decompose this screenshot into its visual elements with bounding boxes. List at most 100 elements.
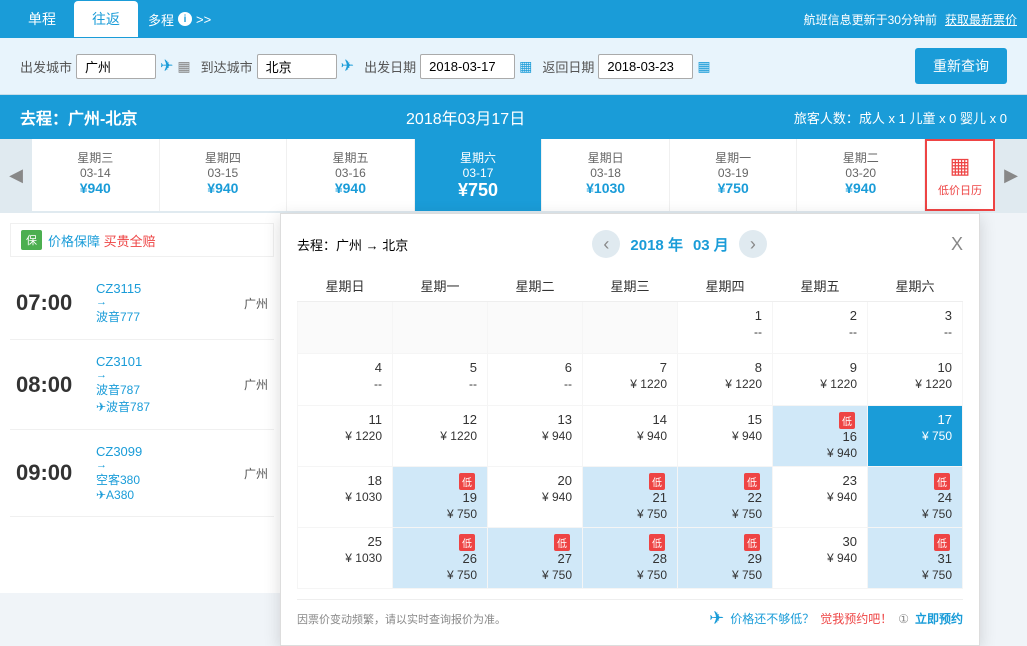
flight-city-2: 广州 (244, 465, 268, 482)
flight-item-0[interactable]: 07:00 CZ3115 → 波音777 广州 (10, 267, 274, 340)
calendar-cell-9[interactable]: 9¥ 1220 (773, 354, 868, 406)
calendar-footer: 因票价变动频繁，请以实时查询报价为准。 ✈ 价格还不够低？ 觉我预约吧！ ① 立… (297, 599, 963, 629)
flight-details-1: CZ3101 → 波音787 ✈波音787 (96, 354, 234, 415)
footer-book-now[interactable]: 立即预约 (915, 610, 963, 627)
flight-date: 2018年03月17日 (406, 105, 525, 129)
date-selector-row: ◀ 星期三03-14¥940星期四03-15¥940星期五03-16¥940星期… (0, 139, 1027, 213)
calendar-cell-4[interactable]: 4-- (298, 354, 393, 406)
calendar-cell-3[interactable]: 3-- (868, 302, 963, 354)
calendar-cell-7[interactable]: 7¥ 1220 (583, 354, 678, 406)
calendar-cell-17[interactable]: 17¥ 750 (868, 406, 963, 467)
calendar-cell-8[interactable]: 8¥ 1220 (678, 354, 773, 406)
calendar-close-button[interactable]: X (951, 234, 963, 255)
calendar-weekday-星期二: 星期二 (488, 270, 583, 302)
calendar-cell-22[interactable]: 低22¥ 750 (678, 467, 773, 528)
plane-icon-footer: ✈ (709, 608, 724, 629)
calendar-cell-5[interactable]: 5-- (393, 354, 488, 406)
calendar-cell-19[interactable]: 低19¥ 750 (393, 467, 488, 528)
guarantee-badge: 保 价格保障 买贵全赔 (10, 223, 274, 257)
calendar-cell-30[interactable]: 30¥ 940 (773, 528, 868, 589)
cal-icon-return[interactable]: ▦ (697, 58, 710, 75)
guarantee-text: 价格保障 买贵全赔 (48, 231, 156, 250)
calendar-cell-26[interactable]: 低26¥ 750 (393, 528, 488, 589)
flight-route: 去程：广州-北京 (20, 105, 137, 129)
calendar-weekday-星期六: 星期六 (868, 270, 963, 302)
search-bar: 出发城市 ✈ ▦ 到达城市 ✈ 出发日期 ▦ 返回日期 ▦ 重新查询 (0, 38, 1027, 95)
calendar-cell-21[interactable]: 低21¥ 750 (583, 467, 678, 528)
date-next-arrow[interactable]: ▶ (995, 139, 1027, 211)
date-cell-03-20[interactable]: 星期二03-20¥940 (797, 139, 925, 211)
calendar-cell-2[interactable]: 2-- (773, 302, 868, 354)
calendar-cell-empty-0-1 (393, 302, 488, 354)
requery-button[interactable]: 重新查询 (915, 48, 1007, 84)
calendar-month-nav: ‹ 2018 年 03 月 › (592, 230, 766, 258)
calendar-cell-29[interactable]: 低29¥ 750 (678, 528, 773, 589)
calendar-prev-button[interactable]: ‹ (592, 230, 620, 258)
calendar-cell-31[interactable]: 低31¥ 750 (868, 528, 963, 589)
calendar-cell-15[interactable]: 15¥ 940 (678, 406, 773, 467)
tab-roundtrip[interactable]: 往返 (74, 1, 138, 37)
from-city-input[interactable] (76, 54, 156, 79)
calendar-icon: ▦ (950, 153, 971, 179)
calendar-route: 去程：广州 → 北京 (297, 235, 408, 254)
date-cell-03-15[interactable]: 星期四03-15¥940 (160, 139, 288, 211)
flight-details-0: CZ3115 → 波音777 (96, 281, 234, 325)
calendar-cell-24[interactable]: 低24¥ 750 (868, 467, 963, 528)
tab-oneway[interactable]: 单程 (10, 1, 74, 37)
calendar-cell-10[interactable]: 10¥ 1220 (868, 354, 963, 406)
calendar-cell-1[interactable]: 1-- (678, 302, 773, 354)
cal-btn-label: 低价日历 (938, 182, 982, 198)
calendar-cell-23[interactable]: 23¥ 940 (773, 467, 868, 528)
plane-img-2: ✈A380 (96, 488, 234, 502)
calendar-cell-18[interactable]: 18¥ 1030 (298, 467, 393, 528)
calendar-cell-20[interactable]: 20¥ 940 (488, 467, 583, 528)
cal-icon-from: ▦ (177, 58, 190, 75)
flight-passengers: 旅客人数：成人 x 1 儿童 x 0 婴儿 x 0 (794, 108, 1007, 127)
calendar-cell-16[interactable]: 低16¥ 940 (773, 406, 868, 467)
return-date-input[interactable] (598, 54, 693, 79)
date-cell-03-17[interactable]: 星期六03-17¥750 (415, 139, 543, 211)
tab-multi[interactable]: 多程 i >> (138, 1, 221, 37)
flight-item-2[interactable]: 09:00 CZ3099 → 空客380 ✈A380 广州 (10, 430, 274, 517)
date-cell-03-16[interactable]: 星期五03-16¥940 (287, 139, 415, 211)
date-cell-03-14[interactable]: 星期三03-14¥940 (32, 139, 160, 211)
calendar-year: 2018 年 (630, 234, 683, 255)
date-cell-03-18[interactable]: 星期日03-18¥1030 (542, 139, 670, 211)
calendar-weekday-星期五: 星期五 (773, 270, 868, 302)
footer-question: 价格还不够低？ (730, 610, 814, 627)
calendar-overlay: 去程：广州 → 北京 ‹ 2018 年 03 月 › X 星期日星期一星期二星期… (280, 213, 980, 646)
flight-list: 保 价格保障 买贵全赔 07:00 CZ3115 → 波音777 广州 08:0… (0, 213, 285, 593)
date-cell-03-19[interactable]: 星期一03-19¥750 (670, 139, 798, 211)
calendar-cell-13[interactable]: 13¥ 940 (488, 406, 583, 467)
calendar-cell-28[interactable]: 低28¥ 750 (583, 528, 678, 589)
footer-circle: ① (898, 612, 909, 626)
flight-city-0: 广州 (244, 295, 268, 312)
calendar-cell-empty-0-2 (488, 302, 583, 354)
plane-type-1: 波音787 (96, 381, 234, 398)
calendar-weekday-星期四: 星期四 (678, 270, 773, 302)
refresh-link[interactable]: 获取最新票价 (945, 11, 1017, 28)
guarantee-icon: 保 (21, 230, 42, 250)
calendar-cell-11[interactable]: 11¥ 1220 (298, 406, 393, 467)
calendar-table: 星期日星期一星期二星期三星期四星期五星期六 1--2--3--4--5--6--… (297, 270, 963, 589)
low-price-calendar-button[interactable]: ▦ 低价日历 (925, 139, 995, 211)
calendar-cell-27[interactable]: 低27¥ 750 (488, 528, 583, 589)
flight-no-0: CZ3115 (96, 281, 234, 296)
calendar-cell-6[interactable]: 6-- (488, 354, 583, 406)
depart-date-input[interactable] (420, 54, 515, 79)
plane-type-0: 波音777 (96, 308, 234, 325)
flight-item-1[interactable]: 08:00 CZ3101 → 波音787 ✈波音787 广州 (10, 340, 274, 430)
calendar-cell-14[interactable]: 14¥ 940 (583, 406, 678, 467)
date-prev-arrow[interactable]: ◀ (0, 139, 32, 211)
footer-search-lowest[interactable]: 觉我预约吧！ (820, 610, 892, 627)
calendar-weekday-星期日: 星期日 (298, 270, 393, 302)
calendar-month-label: 03 月 (693, 234, 729, 255)
to-city-input[interactable] (257, 54, 337, 79)
flight-time-1: 08:00 (16, 372, 86, 398)
calendar-cell-empty-0-3 (583, 302, 678, 354)
calendar-cell-12[interactable]: 12¥ 1220 (393, 406, 488, 467)
calendar-cell-25[interactable]: 25¥ 1030 (298, 528, 393, 589)
flight-header: 去程：广州-北京 2018年03月17日 旅客人数：成人 x 1 儿童 x 0 … (0, 95, 1027, 139)
cal-icon-depart[interactable]: ▦ (519, 58, 532, 75)
calendar-next-button[interactable]: › (739, 230, 767, 258)
